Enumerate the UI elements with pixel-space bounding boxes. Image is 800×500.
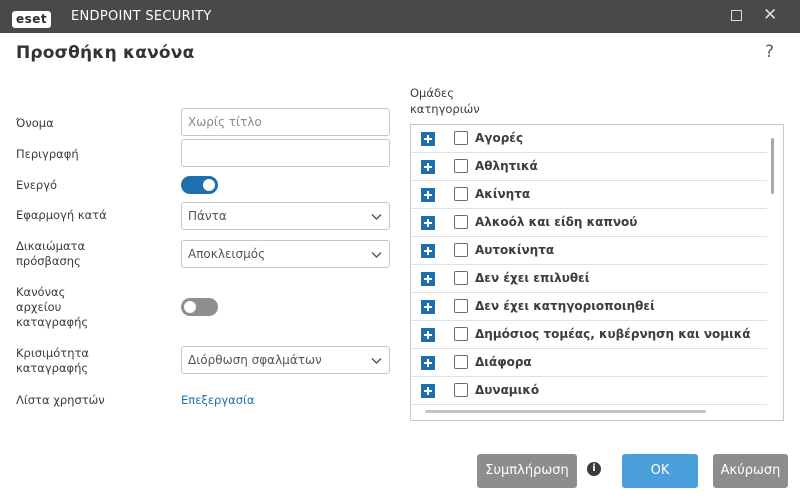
category-label: Διάφορα	[475, 355, 532, 369]
category-row: Ακίνητα	[411, 181, 767, 209]
title-bar: eset ENDPOINT SECURITY ✕	[0, 0, 800, 33]
enabled-toggle[interactable]	[181, 176, 218, 194]
category-label: Αθλητικά	[475, 159, 538, 173]
access-rights-select[interactable]: Αποκλεισμός	[181, 240, 390, 268]
apply-by-label: Εφαρμογή κατά	[16, 208, 107, 222]
category-checkbox[interactable]	[454, 215, 468, 229]
logo-text: eset	[12, 11, 52, 28]
ok-button[interactable]: OK	[622, 454, 698, 488]
category-checkbox[interactable]	[454, 271, 468, 285]
info-icon[interactable]: i	[587, 462, 601, 476]
category-caption-line1: Ομάδες	[410, 86, 454, 100]
expand-plus-icon[interactable]	[421, 328, 435, 342]
populate-button[interactable]: Συμπλήρωση	[477, 454, 577, 488]
category-row: Αθλητικά	[411, 153, 767, 181]
category-row: Δεν έχει κατηγοριοποιηθεί	[411, 293, 767, 321]
chevron-down-icon	[371, 214, 382, 220]
eset-logo: eset	[12, 8, 52, 28]
access-rights-label-line2: πρόσβασης	[16, 254, 81, 268]
apply-by-value: Πάντα	[188, 209, 227, 223]
category-checkbox[interactable]	[454, 355, 468, 369]
log-rule-label: Κανόνας αρχείου καταγραφής	[16, 285, 88, 330]
user-list-label: Λίστα χρηστών	[16, 393, 105, 407]
log-rule-label-line3: καταγραφής	[16, 315, 89, 329]
category-label: Ακίνητα	[475, 187, 531, 201]
category-checkbox[interactable]	[454, 243, 468, 257]
chevron-down-icon	[371, 358, 382, 364]
category-label: Αγορές	[475, 131, 524, 145]
category-list: Αγορές Αθλητικά Ακίνητα Αλκοόλ και είδη …	[410, 124, 784, 421]
category-row: Αυτοκίνητα	[411, 237, 767, 265]
expand-plus-icon[interactable]	[421, 356, 435, 370]
expand-plus-icon[interactable]	[421, 132, 435, 146]
toggle-knob	[203, 179, 215, 191]
log-rule-label-line1: Κανόνας	[16, 285, 66, 299]
expand-plus-icon[interactable]	[421, 216, 435, 230]
log-rule-toggle[interactable]	[181, 298, 218, 316]
access-rights-label: Δικαιώματα πρόσβασης	[16, 239, 85, 269]
category-caption-line2: κατηγοριών	[410, 102, 480, 116]
category-groups-caption: Ομάδες κατηγοριών	[410, 85, 530, 117]
category-label: Αλκοόλ και είδη καπνού	[475, 215, 638, 229]
description-label: Περιγραφή	[16, 147, 79, 161]
chevron-down-icon	[371, 252, 382, 258]
expand-plus-icon[interactable]	[421, 272, 435, 286]
category-checkbox[interactable]	[454, 187, 468, 201]
category-row: Δυναμικό	[411, 377, 767, 405]
help-icon[interactable]: ?	[765, 42, 774, 62]
name-input[interactable]	[181, 108, 390, 136]
toggle-knob	[184, 301, 196, 313]
category-checkbox[interactable]	[454, 327, 468, 341]
log-severity-value: Διόρθωση σφαλμάτων	[188, 353, 322, 367]
log-severity-label-line2: καταγραφής	[16, 361, 89, 375]
maximize-icon[interactable]	[731, 10, 742, 21]
expand-plus-icon[interactable]	[421, 244, 435, 258]
access-rights-label-line1: Δικαιώματα	[16, 239, 86, 253]
category-label: Δεν έχει κατηγοριοποιηθεί	[475, 299, 655, 313]
category-checkbox[interactable]	[454, 383, 468, 397]
user-list-edit-link[interactable]: Επεξεργασία	[181, 393, 254, 407]
category-row: Αλκοόλ και είδη καπνού	[411, 209, 767, 237]
category-checkbox[interactable]	[454, 159, 468, 173]
category-row: Διάφορα	[411, 349, 767, 377]
description-input[interactable]	[181, 139, 390, 167]
apply-by-select[interactable]: Πάντα	[181, 202, 390, 230]
page-title: Προσθήκη κανόνα	[16, 43, 195, 63]
log-severity-select[interactable]: Διόρθωση σφαλμάτων	[181, 346, 390, 374]
access-rights-value: Αποκλεισμός	[188, 247, 266, 261]
app-name: ENDPOINT SECURITY	[71, 9, 212, 24]
category-label: Αυτοκίνητα	[475, 243, 555, 257]
horizontal-scrollbar[interactable]	[425, 410, 706, 413]
expand-plus-icon[interactable]	[421, 188, 435, 202]
log-severity-label-line1: Κρισιμότητα	[16, 346, 89, 360]
log-severity-label: Κρισιμότητα καταγραφής	[16, 346, 89, 376]
log-rule-label-line2: αρχείου	[16, 300, 62, 314]
expand-plus-icon[interactable]	[421, 384, 435, 398]
expand-plus-icon[interactable]	[421, 160, 435, 174]
category-label: Δυναμικό	[475, 383, 540, 397]
category-row: Δημόσιος τομέας, κυβέρνηση και νομικά	[411, 321, 767, 349]
vertical-scrollbar[interactable]	[771, 138, 774, 194]
category-checkbox[interactable]	[454, 131, 468, 145]
cancel-button[interactable]: Ακύρωση	[713, 454, 788, 488]
expand-plus-icon[interactable]	[421, 300, 435, 314]
category-label: Δεν έχει επιλυθεί	[475, 271, 590, 285]
category-row: Αγορές	[411, 125, 767, 153]
close-icon[interactable]: ✕	[763, 5, 777, 25]
category-label: Δημόσιος τομέας, κυβέρνηση και νομικά	[475, 327, 751, 341]
category-checkbox[interactable]	[454, 299, 468, 313]
category-row: Δεν έχει επιλυθεί	[411, 265, 767, 293]
name-label: Όνομα	[16, 116, 54, 130]
enabled-label: Ενεργό	[16, 178, 58, 192]
